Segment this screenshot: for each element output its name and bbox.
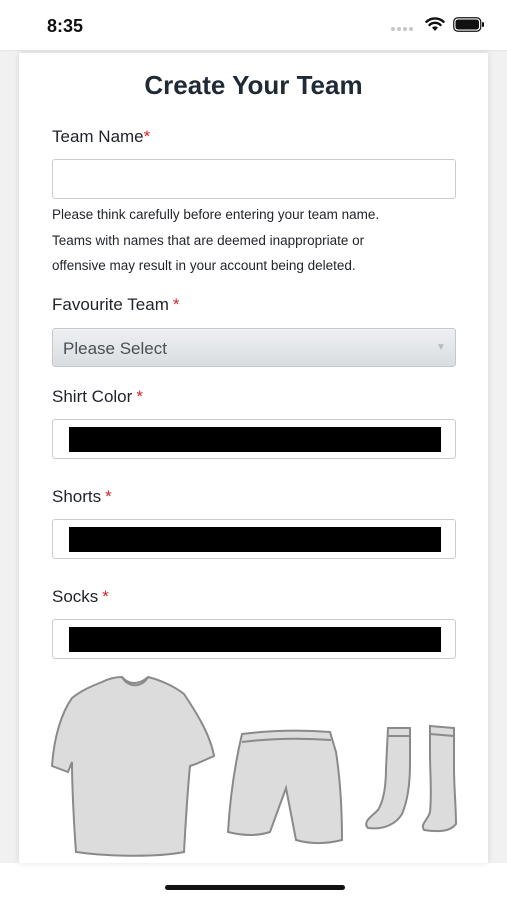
page-title: Create Your Team — [144, 70, 363, 100]
team-name-label-text: Team Name — [52, 127, 144, 146]
shorts-icon — [226, 729, 344, 844]
shorts-color-picker[interactable] — [52, 519, 456, 559]
status-icons — [391, 17, 485, 32]
shorts-color-swatch — [69, 527, 441, 552]
shirt-color-label-text: Shirt Color — [52, 387, 133, 406]
shirt-color-picker[interactable] — [52, 419, 456, 459]
cellular-signal-icon — [391, 19, 413, 31]
team-name-label: Team Name* — [52, 127, 150, 147]
shorts-label-text: Shorts — [52, 487, 102, 506]
socks-color-swatch — [69, 627, 441, 652]
required-mark: * — [136, 387, 143, 406]
socks-label-text: Socks — [52, 587, 99, 606]
chevron-down-icon: ▼ — [436, 342, 446, 353]
help-line: Please think carefully before entering y… — [52, 207, 380, 222]
status-time: 8:35 — [47, 16, 84, 36]
favourite-team-selected-value: Please Select — [63, 339, 167, 358]
shirt-icon — [50, 676, 216, 857]
home-indicator[interactable] — [165, 885, 345, 890]
favourite-team-select[interactable]: Please Select ▼ — [52, 328, 456, 367]
socks-label: Socks * — [52, 587, 109, 607]
favourite-team-label: Favourite Team * — [52, 295, 179, 315]
team-name-help-text: Please think carefully before entering y… — [52, 202, 472, 279]
socks-color-picker[interactable] — [52, 619, 456, 659]
status-bar: 8:35 — [0, 0, 507, 52]
battery-icon — [453, 17, 484, 32]
wifi-icon — [425, 17, 445, 31]
required-mark: * — [143, 127, 151, 146]
team-name-input[interactable] — [52, 159, 456, 199]
shirt-color-label: Shirt Color * — [52, 387, 143, 407]
favourite-team-label-text: Favourite Team — [52, 295, 169, 314]
required-mark: * — [102, 587, 109, 606]
help-line: Teams with names that are deemed inappro… — [52, 232, 365, 248]
shirt-color-swatch — [69, 427, 441, 452]
help-line: offensive may result in your account bei… — [52, 258, 356, 273]
required-mark: * — [105, 487, 112, 506]
shorts-label: Shorts * — [52, 487, 112, 507]
required-mark: * — [172, 295, 180, 314]
socks-icon — [365, 724, 458, 833]
